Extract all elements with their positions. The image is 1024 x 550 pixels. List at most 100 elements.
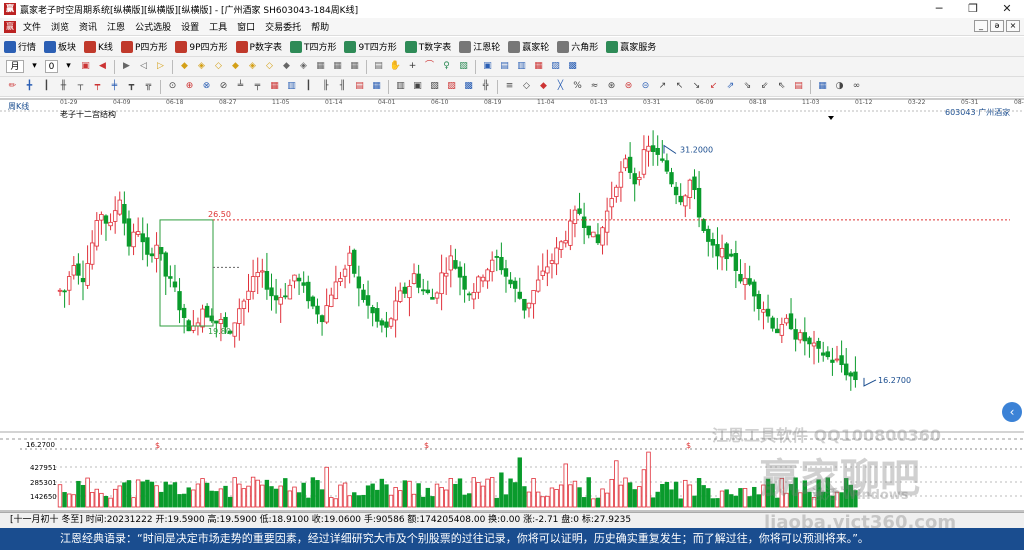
draw-tool-9-icon[interactable]: ◈ [246, 60, 259, 73]
indicator-tool-37-icon[interactable]: ↗ [656, 80, 669, 93]
indicator-tool-27-icon[interactable]: ╬ [479, 80, 492, 93]
indicator-tool-0-icon[interactable]: ✏ [6, 80, 19, 93]
indicator-tool-47-icon[interactable]: ◑ [833, 80, 846, 93]
toolbar-button-12[interactable]: 赢家服务 [602, 38, 660, 56]
draw-tool-3-icon[interactable]: ◁ [137, 60, 150, 73]
toolbar-button-5[interactable]: P数字表 [232, 38, 286, 56]
indicator-tool-7-icon[interactable]: ┳ [125, 80, 138, 93]
menu-item-9[interactable]: 帮助 [306, 20, 334, 33]
indicator-tool-25-icon[interactable]: ▨ [445, 80, 458, 93]
indicator-tool-18-icon[interactable]: ╟ [319, 80, 332, 93]
draw-tool-17-icon[interactable]: ✋ [389, 60, 402, 73]
side-expand-button[interactable]: ‹ [1002, 402, 1022, 422]
indicator-tool-48-icon[interactable]: ∞ [850, 80, 863, 93]
draw-tool-24-icon[interactable]: ▥ [515, 60, 528, 73]
close-icon[interactable]: ✕ [990, 0, 1024, 18]
indicator-tool-44-icon[interactable]: ⇖ [775, 80, 788, 93]
indicator-tool-36-icon[interactable]: ⊝ [639, 80, 652, 93]
draw-tool-4-icon[interactable]: ▷ [154, 60, 167, 73]
indicator-tool-3-icon[interactable]: ╫ [57, 80, 70, 93]
draw-tool-8-icon[interactable]: ◆ [229, 60, 242, 73]
draw-tool-6-icon[interactable]: ◈ [195, 60, 208, 73]
menu-item-7[interactable]: 窗口 [232, 20, 260, 33]
draw-tool-25-icon[interactable]: ▦ [532, 60, 545, 73]
indicator-tool-6-icon[interactable]: ╪ [108, 80, 121, 93]
indicator-tool-24-icon[interactable]: ▧ [428, 80, 441, 93]
mdi-restore-icon[interactable]: ə [990, 20, 1004, 32]
indicator-tool-15-icon[interactable]: ▦ [268, 80, 281, 93]
draw-tool-7-icon[interactable]: ◇ [212, 60, 225, 73]
draw-tool-14-icon[interactable]: ▦ [331, 60, 344, 73]
draw-tool-22-icon[interactable]: ▣ [481, 60, 494, 73]
draw-tool-2-icon[interactable]: ▶ [120, 60, 133, 73]
indicator-tool-21-icon[interactable]: ▦ [370, 80, 383, 93]
minimize-icon[interactable]: ─ [922, 0, 956, 18]
indicator-tool-22-icon[interactable]: ▥ [394, 80, 407, 93]
draw-tool-15-icon[interactable]: ▦ [348, 60, 361, 73]
indicator-tool-26-icon[interactable]: ▩ [462, 80, 475, 93]
indicator-tool-2-icon[interactable]: ┃ [40, 80, 53, 93]
draw-tool-19-icon[interactable]: ⌒ [423, 60, 436, 73]
draw-tool-13-icon[interactable]: ▦ [314, 60, 327, 73]
indicator-tool-10-icon[interactable]: ⊕ [183, 80, 196, 93]
draw-tool-12-icon[interactable]: ◈ [297, 60, 310, 73]
indicator-tool-43-icon[interactable]: ⇙ [758, 80, 771, 93]
toolbar-button-2[interactable]: K线 [80, 38, 117, 56]
indicator-tool-20-icon[interactable]: ▤ [353, 80, 366, 93]
toolbar-button-9[interactable]: 江恩轮 [455, 38, 504, 56]
draw-tool-1-icon[interactable]: ◀ [96, 60, 109, 73]
restore-icon[interactable]: ❐ [956, 0, 990, 18]
toolbar-button-4[interactable]: 9P四方形 [171, 38, 231, 56]
indicator-tool-40-icon[interactable]: ↙ [707, 80, 720, 93]
indicator-tool-33-icon[interactable]: ≈ [588, 80, 601, 93]
toolbar-button-8[interactable]: T数字表 [401, 38, 456, 56]
indicator-tool-30-icon[interactable]: ◆ [537, 80, 550, 93]
indicator-tool-38-icon[interactable]: ↖ [673, 80, 686, 93]
indicator-tool-45-icon[interactable]: ▤ [792, 80, 805, 93]
indicator-tool-14-icon[interactable]: ╤ [251, 80, 264, 93]
indicator-tool-19-icon[interactable]: ╢ [336, 80, 349, 93]
draw-tool-5-icon[interactable]: ◆ [178, 60, 191, 73]
indicator-tool-46-icon[interactable]: ▦ [816, 80, 829, 93]
indicator-tool-16-icon[interactable]: ▥ [285, 80, 298, 93]
indicator-tool-42-icon[interactable]: ⇘ [741, 80, 754, 93]
toolbar-button-1[interactable]: 板块 [40, 38, 80, 56]
menu-item-4[interactable]: 公式选股 [130, 20, 176, 33]
indicator-tool-1-icon[interactable]: ╋ [23, 80, 36, 93]
menu-item-5[interactable]: 设置 [176, 20, 204, 33]
indicator-tool-28-icon[interactable]: ≡ [503, 80, 516, 93]
mdi-close-icon[interactable]: × [1006, 20, 1020, 32]
draw-tool-20-icon[interactable]: ♀ [440, 60, 453, 73]
indicator-tool-29-icon[interactable]: ◇ [520, 80, 533, 93]
draw-tool-23-icon[interactable]: ▤ [498, 60, 511, 73]
menu-item-8[interactable]: 交易委托 [260, 20, 306, 33]
draw-tool-21-icon[interactable]: ▧ [457, 60, 470, 73]
indicator-tool-5-icon[interactable]: ┯ [91, 80, 104, 93]
indicator-tool-39-icon[interactable]: ↘ [690, 80, 703, 93]
toolbar-button-11[interactable]: 六角形 [553, 38, 602, 56]
indicator-tool-34-icon[interactable]: ⊛ [605, 80, 618, 93]
zero-select[interactable]: 0 [45, 60, 58, 73]
draw-tool-27-icon[interactable]: ▩ [566, 60, 579, 73]
indicator-tool-9-icon[interactable]: ⊙ [166, 80, 179, 93]
draw-tool-18-icon[interactable]: + [406, 60, 419, 73]
menu-item-0[interactable]: 文件 [18, 20, 46, 33]
draw-tool-10-icon[interactable]: ◇ [263, 60, 276, 73]
menu-item-2[interactable]: 资讯 [74, 20, 102, 33]
draw-tool-26-icon[interactable]: ▨ [549, 60, 562, 73]
draw-tool-11-icon[interactable]: ◆ [280, 60, 293, 73]
indicator-tool-13-icon[interactable]: ╧ [234, 80, 247, 93]
indicator-tool-35-icon[interactable]: ⊜ [622, 80, 635, 93]
indicator-tool-8-icon[interactable]: ╦ [142, 80, 155, 93]
indicator-tool-12-icon[interactable]: ⊘ [217, 80, 230, 93]
menu-item-1[interactable]: 浏览 [46, 20, 74, 33]
period-dropdown-icon[interactable]: ▾ [28, 60, 41, 73]
toolbar-button-3[interactable]: P四方形 [117, 38, 171, 56]
toolbar-button-6[interactable]: T四方形 [286, 38, 341, 56]
menu-item-6[interactable]: 工具 [204, 20, 232, 33]
zero-dropdown-icon[interactable]: ▾ [62, 60, 75, 73]
menu-item-3[interactable]: 江恩 [102, 20, 130, 33]
draw-tool-0-icon[interactable]: ▣ [79, 60, 92, 73]
toolbar-button-10[interactable]: 赢家轮 [504, 38, 553, 56]
period-select[interactable]: 月 [6, 60, 24, 73]
